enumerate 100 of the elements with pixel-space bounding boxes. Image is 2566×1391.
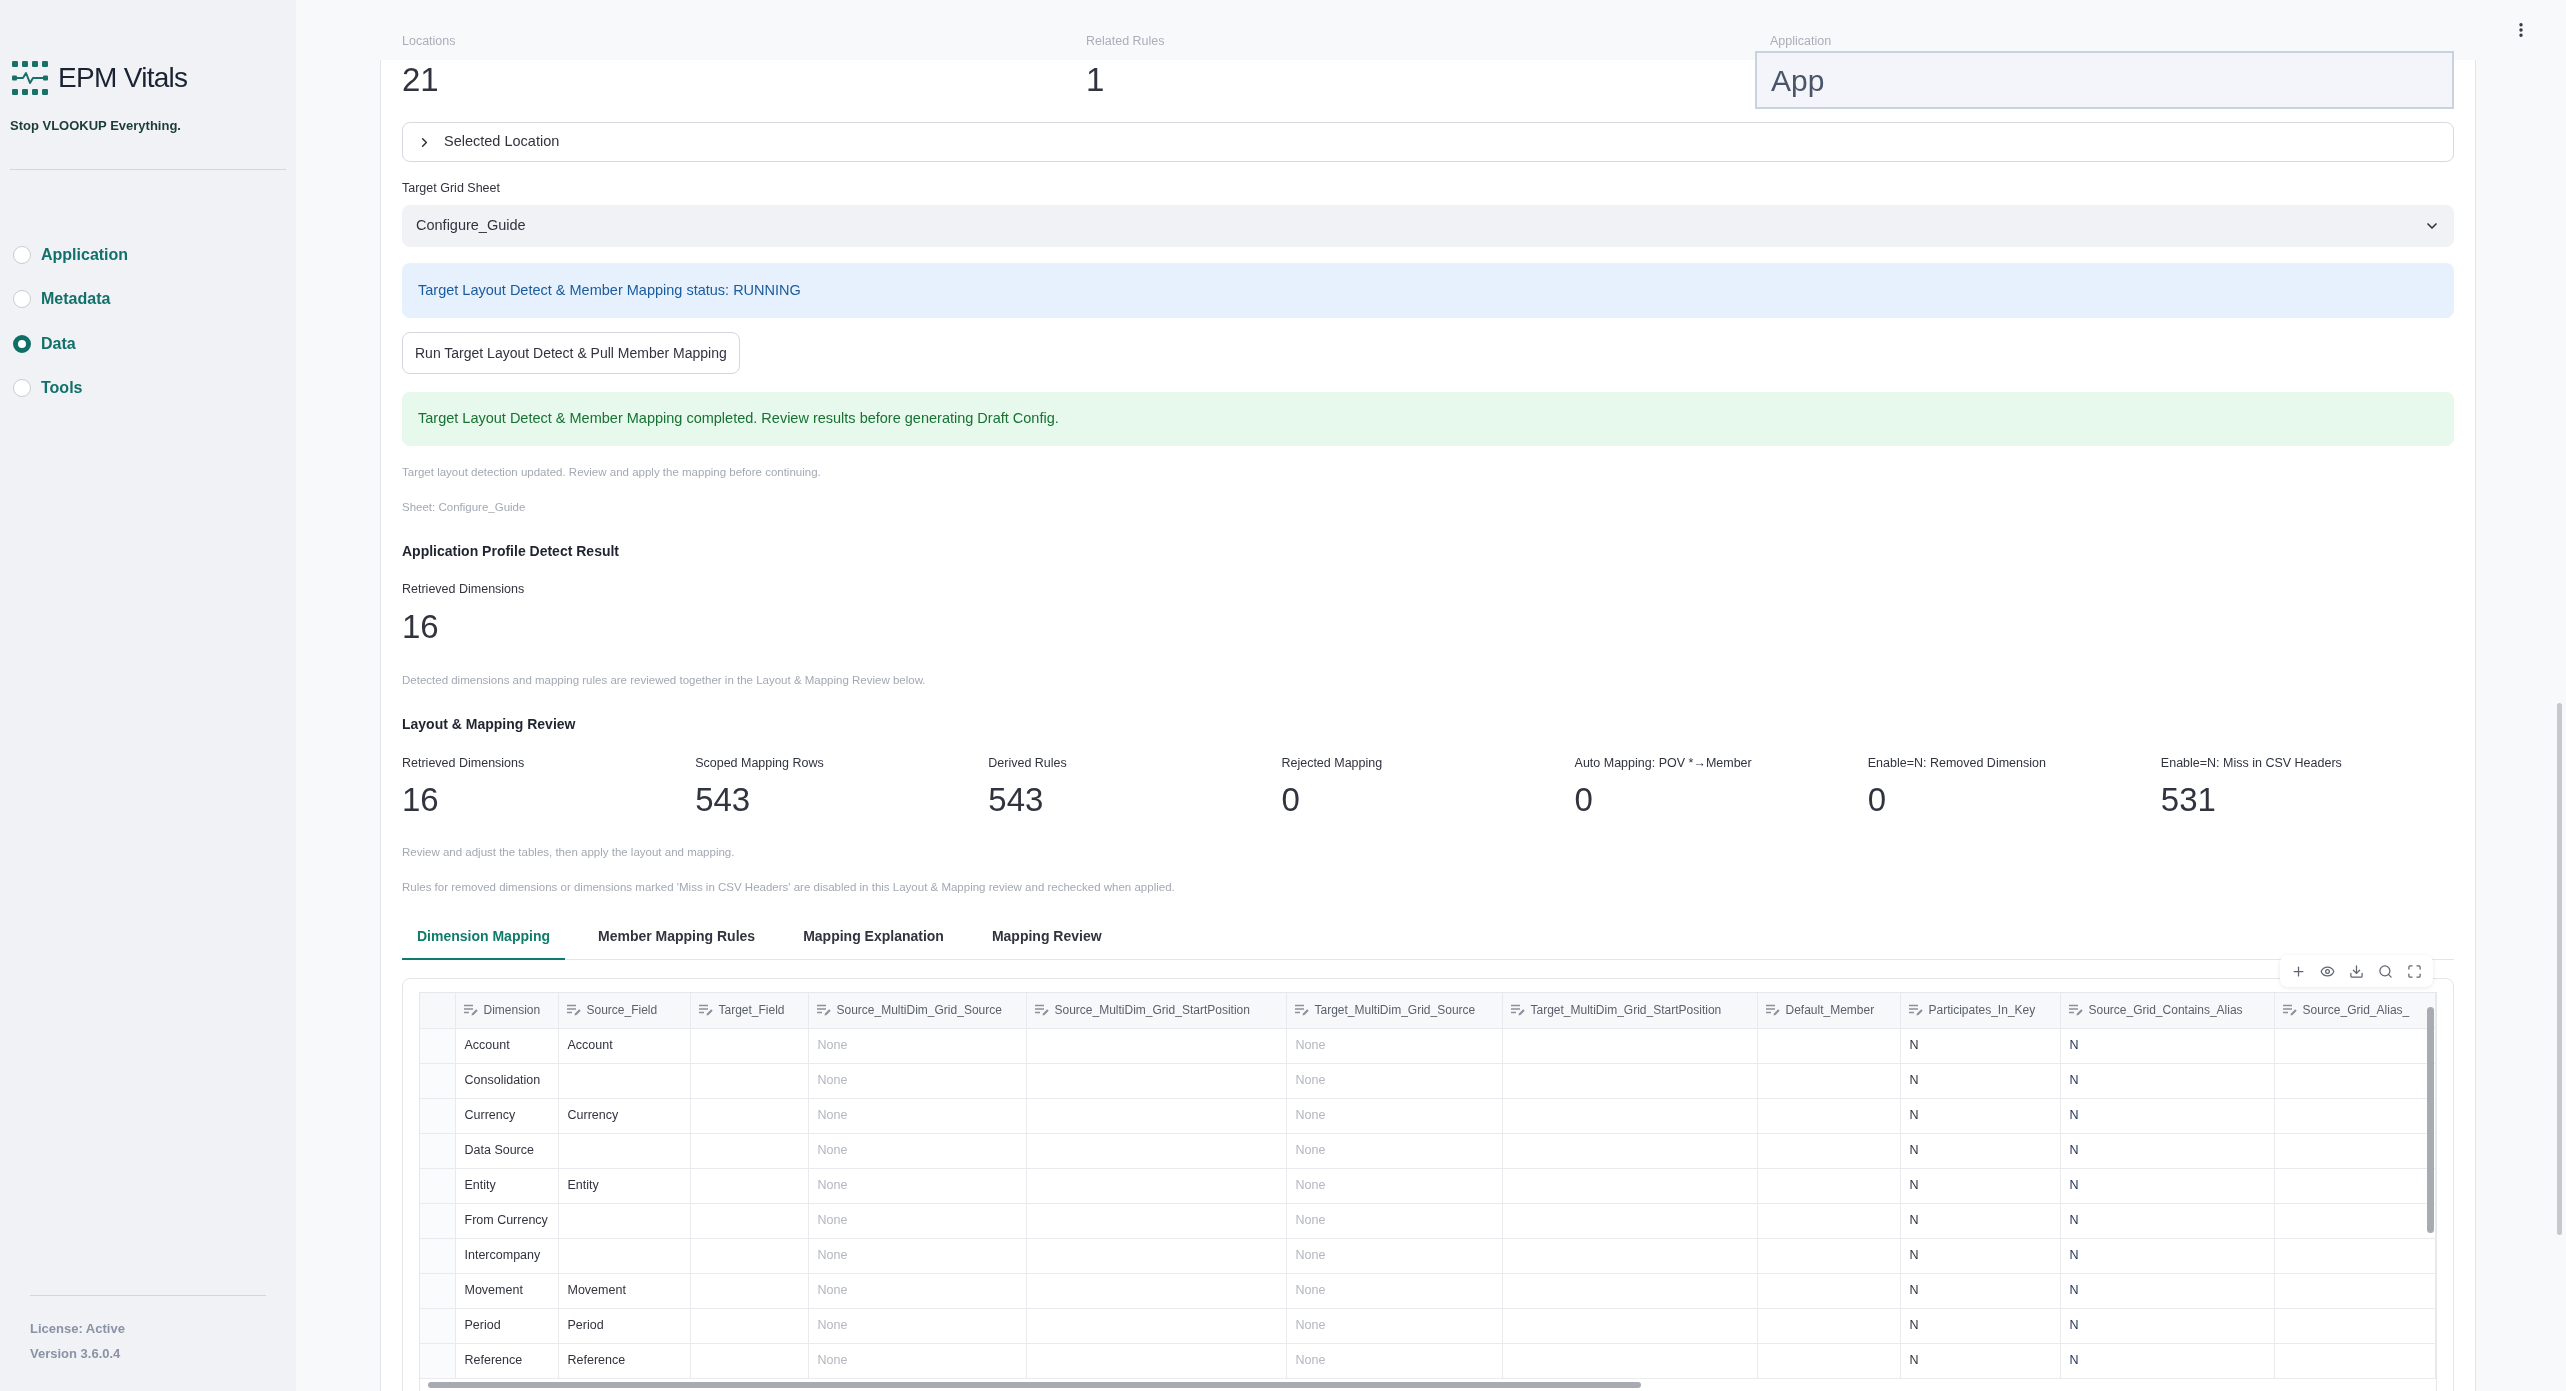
table-cell: None xyxy=(1286,1063,1502,1098)
table-cell: Entity xyxy=(558,1168,690,1203)
nav-radio-option[interactable]: Data xyxy=(10,321,286,366)
metric-label: Locations xyxy=(402,32,457,50)
table-cell: N xyxy=(1900,1168,2060,1203)
metric-label: Derived Rules xyxy=(988,755,1068,771)
tab[interactable]: Member Mapping Rules xyxy=(583,915,771,960)
tab[interactable]: Mapping Review xyxy=(976,915,1117,960)
metric-value: 543 xyxy=(988,780,1045,820)
download-icon[interactable] xyxy=(2349,963,2364,979)
horizontal-scrollbar[interactable] xyxy=(428,1381,1641,1388)
table-cell: N xyxy=(2060,1063,2274,1098)
eye-icon[interactable] xyxy=(2320,963,2335,979)
lines-pencil-icon xyxy=(1510,1004,1525,1017)
table-cell: N xyxy=(2060,1133,2274,1168)
table-cell: None xyxy=(808,1028,1026,1063)
page-scrollbar[interactable] xyxy=(2557,703,2562,1235)
table-cell: N xyxy=(1900,1343,2060,1378)
table-cell: None xyxy=(1286,1168,1502,1203)
table-cell: N xyxy=(1900,1203,2060,1238)
fullscreen-icon[interactable] xyxy=(2407,963,2422,979)
nav-radio-option[interactable]: Application xyxy=(10,232,286,277)
metric-value: 0 xyxy=(1574,780,1594,820)
section-heading: Application Profile Detect Result xyxy=(402,542,621,560)
tab[interactable]: Dimension Mapping xyxy=(402,915,565,960)
table-cell: None xyxy=(808,1063,1026,1098)
metric-value: 531 xyxy=(2160,780,2217,820)
table-cell: N xyxy=(1900,1273,2060,1308)
table-cell: Account xyxy=(558,1028,690,1063)
table-cell: None xyxy=(1286,1028,1502,1063)
table-cell: None xyxy=(808,1273,1026,1308)
caption: Rules for removed dimensions or dimensions marked 'Miss in CSV Headers' are disabled in this Layout & Mapping review and rechecked when applied. xyxy=(402,880,1176,895)
info-alert: Target Layout Detect & Member Mapping status: RUNNING xyxy=(402,263,2454,318)
table-cell: None xyxy=(808,1308,1026,1343)
metric-label: Enable=N: Miss in CSV Headers xyxy=(2160,755,2343,771)
table-cell: None xyxy=(808,1098,1026,1133)
lines-pencil-icon xyxy=(698,1004,713,1017)
table-cell: Intercompany xyxy=(455,1238,558,1273)
metric-label: Rejected Mapping xyxy=(1281,755,1384,771)
run-button[interactable]: Run Target Layout Detect & Pull Member Mapping xyxy=(402,332,740,374)
table-cell: From Currency xyxy=(455,1203,558,1238)
table-cell: Currency xyxy=(558,1098,690,1133)
table-cell: N xyxy=(1900,1238,2060,1273)
tagline: Stop VLOOKUP Everything. xyxy=(10,117,182,135)
metric-value: 1 xyxy=(1086,60,1106,100)
expander[interactable]: Selected Location xyxy=(402,122,2454,162)
add-icon[interactable] xyxy=(2291,963,2306,979)
lines-pencil-icon xyxy=(2282,1004,2297,1017)
table-cell: None xyxy=(808,1168,1026,1203)
table-cell: Reference xyxy=(558,1343,690,1378)
table-cell: None xyxy=(808,1343,1026,1378)
search-icon[interactable] xyxy=(2378,963,2393,979)
logo-icon xyxy=(12,61,48,95)
lines-pencil-icon xyxy=(1294,1004,1309,1017)
table-cell: None xyxy=(1286,1098,1502,1133)
table-cell: Entity xyxy=(455,1168,558,1203)
table-cell: Period xyxy=(455,1308,558,1343)
sheet-select[interactable]: Configure_Guide xyxy=(402,205,2454,247)
table-cell: Movement xyxy=(558,1273,690,1308)
table-cell: Currency xyxy=(455,1098,558,1133)
tab[interactable]: Mapping Explanation xyxy=(788,915,959,960)
metric-label: Auto Mapping: POV *→Member xyxy=(1574,755,1753,771)
table-cell: None xyxy=(808,1203,1026,1238)
table-cell: N xyxy=(2060,1238,2274,1273)
table-cell: Reference xyxy=(455,1343,558,1378)
lines-pencil-icon xyxy=(463,1004,478,1017)
table-cell: None xyxy=(1286,1203,1502,1238)
table-cell: None xyxy=(1286,1308,1502,1343)
caption: Review and adjust the tables, then apply the layout and mapping. xyxy=(402,845,736,860)
metric-label: Retrieved Dimensions xyxy=(402,755,526,771)
table-cell: N xyxy=(1900,1028,2060,1063)
metric-value: App xyxy=(1755,51,2454,109)
nav-radio-option[interactable]: Tools xyxy=(10,366,286,411)
caption: Sheet: Configure_Guide xyxy=(402,500,527,515)
lines-pencil-icon xyxy=(1908,1004,1923,1017)
table-cell: None xyxy=(808,1133,1026,1168)
metric-value: 0 xyxy=(1281,780,1301,820)
table-cell: N xyxy=(1900,1063,2060,1098)
table-cell: Account xyxy=(455,1028,558,1063)
vertical-scrollbar[interactable] xyxy=(2427,1007,2434,1233)
table-cell: N xyxy=(2060,1168,2274,1203)
table-cell: N xyxy=(2060,1203,2274,1238)
table-cell: N xyxy=(1900,1133,2060,1168)
metric-value: 16 xyxy=(402,607,440,647)
nav-radio-option[interactable]: Metadata xyxy=(10,277,286,322)
caption: Target layout detection updated. Review and apply the mapping before continuing. xyxy=(402,465,822,480)
field-label: Target Grid Sheet xyxy=(402,180,501,196)
success-alert: Target Layout Detect & Member Mapping completed. Review results before generating Draft Config. xyxy=(402,392,2454,446)
lines-pencil-icon xyxy=(816,1004,831,1017)
metric-value: 0 xyxy=(1867,780,1888,820)
metric-value: 16 xyxy=(402,780,440,820)
table-cell: N xyxy=(2060,1308,2274,1343)
table-cell: Period xyxy=(558,1308,690,1343)
table-cell: N xyxy=(2060,1098,2274,1133)
lines-pencil-icon xyxy=(566,1004,581,1017)
table-cell: None xyxy=(1286,1238,1502,1273)
lines-pencil-icon xyxy=(2068,1004,2083,1017)
caption: Detected dimensions and mapping rules are reviewed together in the Layout & Mapping Review below. xyxy=(402,673,927,688)
table-cell: Data Source xyxy=(455,1133,558,1168)
table-cell: N xyxy=(1900,1308,2060,1343)
